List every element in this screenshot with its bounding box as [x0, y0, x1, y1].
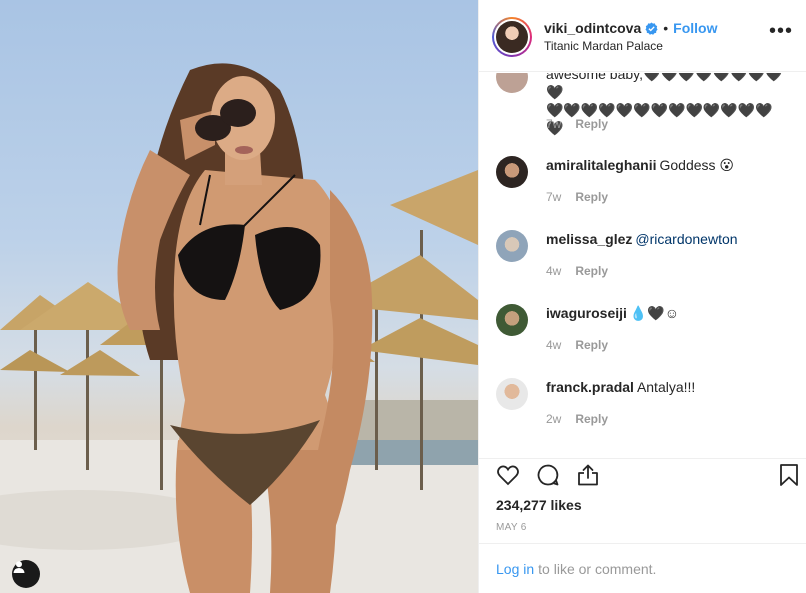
- commenter-avatar[interactable]: [496, 73, 528, 93]
- post-actions: 234,277 likes MAY 6: [479, 458, 806, 542]
- comment-body: 💧🖤☺: [629, 305, 680, 321]
- post-header: viki_odintcova • Follow Titanic Mardan P…: [479, 0, 806, 72]
- save-button[interactable]: [775, 461, 803, 489]
- beach-photo-illustration: [0, 63, 478, 593]
- post-photo[interactable]: [0, 0, 478, 593]
- login-link[interactable]: Log in: [496, 561, 534, 577]
- reply-button[interactable]: Reply: [575, 338, 608, 352]
- comment-time[interactable]: 7w: [546, 117, 561, 131]
- comment-meta: 4w Reply: [546, 338, 608, 352]
- user-tag-button[interactable]: [12, 560, 40, 588]
- author-avatar-image: [496, 21, 528, 53]
- author-row: viki_odintcova • Follow: [544, 20, 718, 36]
- post-date[interactable]: MAY 6: [496, 522, 527, 533]
- separator-dot: •: [663, 20, 669, 36]
- commenter-avatar[interactable]: [496, 230, 528, 262]
- comment-meta: 2w Reply: [546, 412, 608, 426]
- comment-mention-link[interactable]: @ricardonewton: [635, 231, 737, 247]
- author-username[interactable]: viki_odintcova: [544, 20, 641, 36]
- comment-text: amiralitaleghanii Goddess 😮: [546, 156, 786, 174]
- commenter-avatar[interactable]: [496, 378, 528, 410]
- verified-badge-icon: [645, 21, 658, 35]
- comments-list[interactable]: awesome baby,🖤🖤🖤🖤🖤🖤🖤🖤🖤 🖤🖤🖤🖤🖤🖤🖤🖤🖤🖤🖤🖤🖤🖤 7w…: [479, 73, 806, 458]
- reply-button[interactable]: Reply: [575, 117, 608, 131]
- comment-bubble-icon: [537, 464, 559, 486]
- commenter-avatar[interactable]: [496, 156, 528, 188]
- share-icon: [578, 464, 598, 486]
- commenter-username[interactable]: amiralitaleghanii: [546, 157, 656, 173]
- comment-body: Goddess 😮: [659, 157, 735, 173]
- more-options-button[interactable]: •••: [769, 21, 793, 41]
- heart-icon: [497, 465, 519, 486]
- commenter-username[interactable]: iwaguroseiji: [546, 305, 627, 321]
- comment-time[interactable]: 7w: [546, 190, 561, 204]
- comment-meta: 4w Reply: [546, 264, 608, 278]
- user-tag-icon: [13, 561, 25, 573]
- reply-button[interactable]: Reply: [575, 264, 608, 278]
- share-button[interactable]: [574, 461, 602, 489]
- bookmark-icon: [780, 464, 798, 486]
- commenter-username[interactable]: melissa_glez: [546, 231, 632, 247]
- comment-time[interactable]: 4w: [546, 338, 561, 352]
- reply-button[interactable]: Reply: [575, 412, 608, 426]
- commenter-avatar[interactable]: [496, 304, 528, 336]
- comment-text: iwaguroseiji 💧🖤☺: [546, 304, 786, 322]
- commenter-username[interactable]: franck.pradal: [546, 379, 634, 395]
- comment-text: melissa_glez @ricardonewton: [546, 230, 786, 248]
- follow-button[interactable]: Follow: [673, 20, 717, 36]
- author-avatar[interactable]: [492, 17, 532, 57]
- comment-meta: 7w Reply: [546, 117, 608, 131]
- reply-button[interactable]: Reply: [575, 190, 608, 204]
- comment-time[interactable]: 4w: [546, 264, 561, 278]
- comment-body: Antalya!!!: [636, 379, 696, 395]
- comment-meta: 7w Reply: [546, 190, 608, 204]
- like-button[interactable]: [494, 461, 522, 489]
- likes-count[interactable]: 234,277 likes: [496, 497, 582, 513]
- login-prompt-text: to like or comment.: [538, 560, 657, 577]
- comment-time[interactable]: 2w: [546, 412, 561, 426]
- comment-text-line: awesome baby,🖤🖤🖤🖤🖤🖤🖤🖤🖤: [546, 73, 783, 100]
- comment-text: franck.pradal Antalya!!!: [546, 378, 786, 396]
- post-location[interactable]: Titanic Mardan Palace: [544, 39, 663, 53]
- comment-button[interactable]: [534, 461, 562, 489]
- login-prompt: Log in to like or comment.: [479, 543, 806, 593]
- post-side-panel: viki_odintcova • Follow Titanic Mardan P…: [478, 0, 806, 593]
